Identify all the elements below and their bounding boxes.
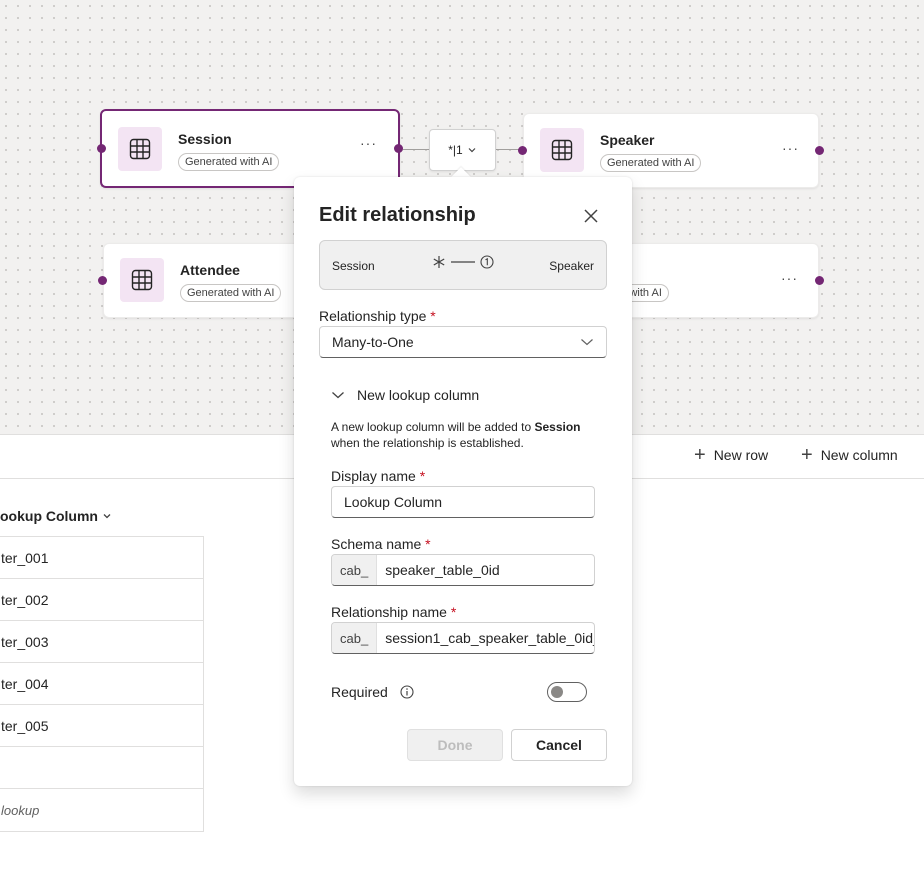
schema-prefix: cab_ — [332, 555, 378, 585]
expander-label: New lookup column — [357, 387, 480, 403]
connection-handle[interactable] — [97, 144, 106, 153]
connection-handle[interactable] — [518, 146, 527, 155]
chevron-down-icon — [468, 148, 476, 153]
relationship-cardinality: *|1 — [448, 143, 463, 157]
more-options-icon[interactable]: ··· — [360, 135, 377, 151]
ai-generated-badge: Generated with AI — [600, 154, 702, 172]
new-row-label: New row — [713, 447, 769, 463]
column-header-lookup[interactable]: ookup Column — [0, 508, 112, 524]
display-name-label: Display name * — [331, 468, 426, 484]
new-column-button[interactable]: + New column — [801, 444, 898, 466]
column-header-label: ookup Column — [0, 508, 98, 524]
chevron-down-icon — [332, 392, 344, 399]
plus-icon: + — [694, 444, 706, 466]
table-row[interactable]: ter_004 — [0, 663, 203, 705]
relationship-name-label: Relationship name * — [331, 604, 457, 620]
new-row-button[interactable]: + New row — [694, 444, 769, 466]
new-column-label: New column — [820, 447, 898, 463]
required-label: Required — [331, 684, 414, 700]
lookup-info-text: A new lookup column will be added to Ses… — [331, 420, 581, 450]
schema-name-label: Schema name * — [331, 536, 431, 552]
relationship-summary: Session Speaker — [319, 240, 607, 290]
table-row-placeholder[interactable]: lookup — [0, 789, 203, 831]
relationship-type-label: Relationship type * — [319, 308, 436, 324]
table-icon — [118, 127, 162, 171]
connection-handle[interactable] — [815, 276, 824, 285]
relationship-name-value: session1_cab_speaker_table_0id_c — [385, 630, 595, 646]
cancel-button[interactable]: Cancel — [511, 729, 607, 761]
table-row[interactable]: ter_002 — [0, 579, 203, 621]
close-icon[interactable] — [582, 207, 600, 225]
summary-to-table: Speaker — [549, 259, 594, 273]
schema-name-value: speaker_table_0id — [385, 562, 500, 578]
schema-name-field[interactable]: cab_ speaker_table_0id — [331, 554, 595, 586]
summary-from-table: Session — [332, 259, 375, 273]
table-row[interactable] — [0, 747, 203, 789]
more-options-icon[interactable]: ··· — [781, 270, 798, 286]
required-toggle[interactable] — [547, 682, 587, 702]
table-name: Session — [178, 131, 232, 147]
chevron-down-icon — [103, 514, 111, 519]
connection-handle[interactable] — [815, 146, 824, 155]
relationship-type-value: Many-to-One — [332, 334, 414, 350]
one-icon — [480, 255, 494, 269]
table-icon — [120, 258, 164, 302]
ai-generated-badge: Generated with AI — [180, 284, 282, 302]
done-button[interactable]: Done — [407, 729, 503, 761]
table-name: Attendee — [180, 262, 240, 278]
table-card-partial[interactable]: t ated with AI ··· — [599, 243, 819, 318]
many-icon — [433, 256, 445, 268]
relationship-prefix: cab_ — [332, 623, 378, 653]
cardinality-diagram — [432, 255, 494, 269]
relationship-name-field[interactable]: cab_ session1_cab_speaker_table_0id_c — [331, 622, 595, 654]
data-grid: ter_001 ter_002 ter_003 ter_004 ter_005 … — [0, 536, 204, 832]
new-lookup-column-expander[interactable]: New lookup column — [331, 387, 479, 403]
info-icon[interactable] — [400, 685, 414, 699]
chevron-down-icon — [581, 339, 593, 346]
relationship-type-dropdown[interactable]: Many-to-One — [319, 326, 607, 358]
display-name-field[interactable]: Lookup Column — [331, 486, 595, 518]
table-icon — [540, 128, 584, 172]
display-name-value: Lookup Column — [344, 494, 443, 510]
dialog-title: Edit relationship — [319, 204, 476, 226]
table-row[interactable]: ter_001 — [0, 537, 203, 579]
connection-handle[interactable] — [98, 276, 107, 285]
table-card-attendee[interactable]: Attendee Generated with AI — [103, 243, 323, 318]
plus-icon: + — [801, 444, 813, 466]
relationship-chip[interactable]: *|1 — [429, 129, 496, 171]
table-name: Speaker — [600, 132, 655, 148]
ai-generated-badge: Generated with AI — [178, 153, 280, 171]
more-options-icon[interactable]: ··· — [782, 140, 799, 156]
table-row[interactable]: ter_005 — [0, 705, 203, 747]
connection-handle[interactable] — [394, 144, 403, 153]
relationship-line-icon — [451, 261, 475, 263]
toggle-knob — [551, 686, 563, 698]
edit-relationship-dialog: Edit relationship Session Speaker Relati… — [294, 177, 632, 786]
table-row[interactable]: ter_003 — [0, 621, 203, 663]
